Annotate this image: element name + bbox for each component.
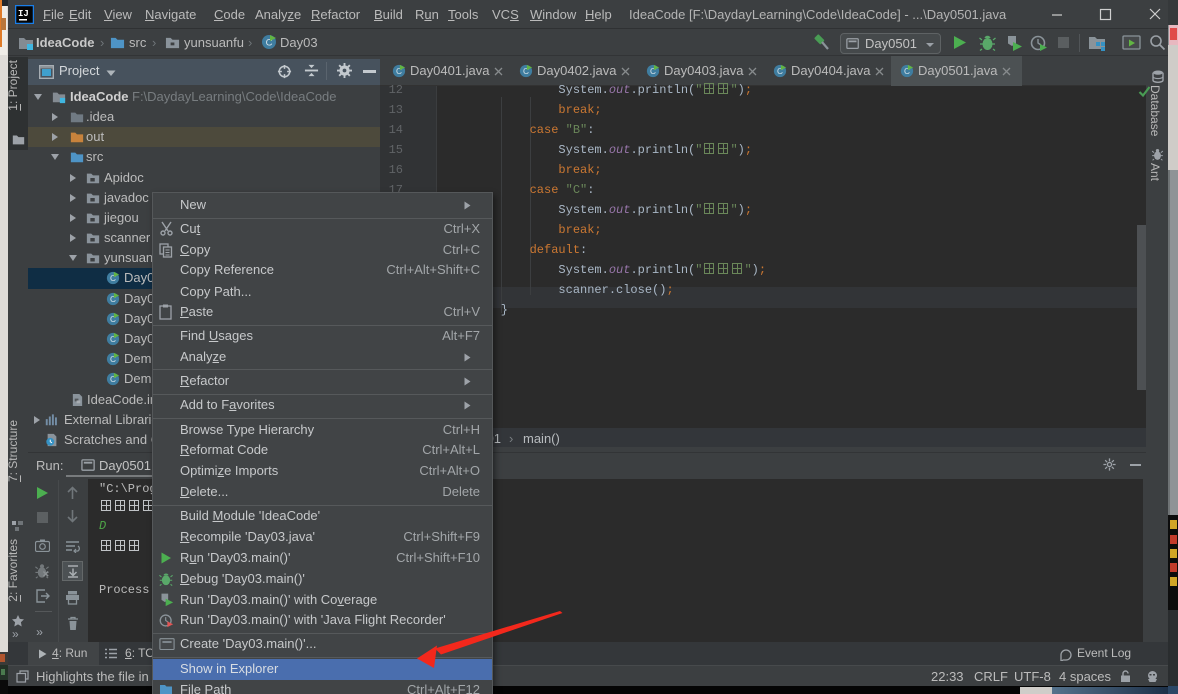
svg-text:IJ: IJ — [18, 9, 29, 19]
